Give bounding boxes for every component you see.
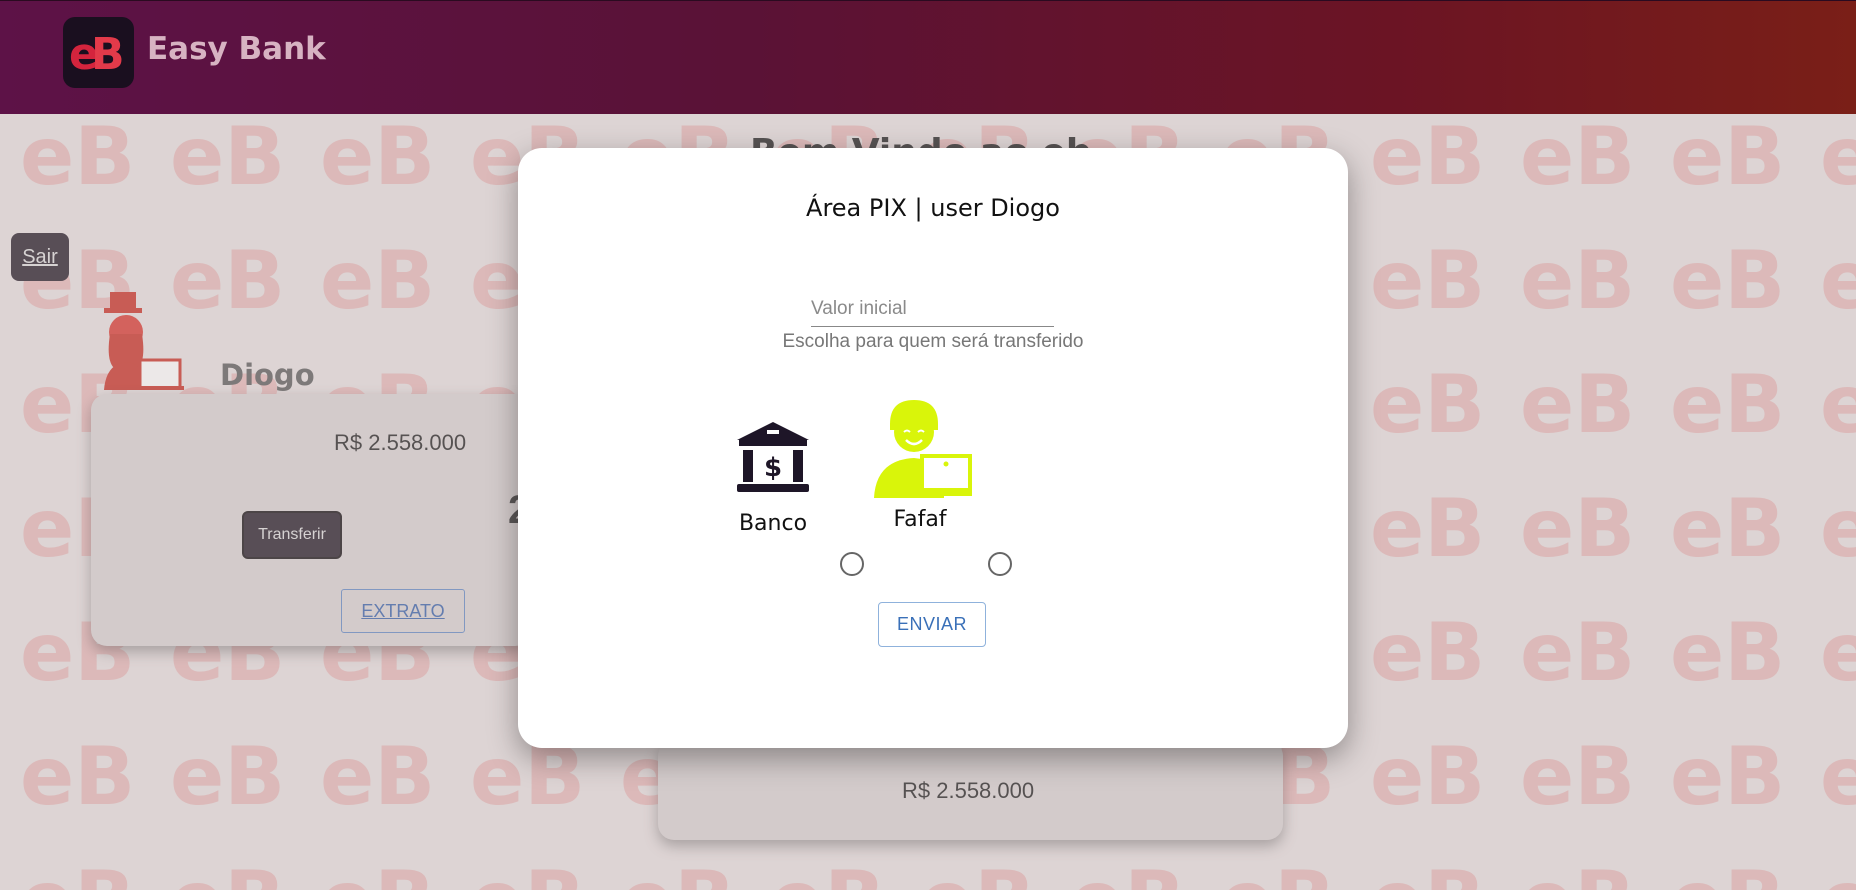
radio-fafaf[interactable] xyxy=(988,552,1012,576)
option-label-banco: Banco xyxy=(738,511,808,536)
person-laptop-icon xyxy=(874,400,972,498)
amount-input[interactable] xyxy=(811,291,1054,327)
radio-banco[interactable] xyxy=(840,552,864,576)
logo-icon: e B xyxy=(69,29,125,80)
svg-text:$: $ xyxy=(764,453,782,483)
pix-modal: Área PIX | user Diogo Escolha para quem … xyxy=(518,148,1348,748)
app-header: e B Easy Bank xyxy=(0,0,1856,114)
option-label-fafaf: Fafaf xyxy=(893,507,947,532)
brand-name: Easy Bank xyxy=(147,31,326,67)
modal-title: Área PIX | user Diogo xyxy=(806,194,1060,222)
option-fafaf[interactable]: Fafaf xyxy=(860,394,980,532)
recipient-helper-text: Escolha para quem será transferido xyxy=(782,331,1084,352)
option-banco[interactable]: $ Banco xyxy=(713,418,833,536)
logo[interactable]: e B xyxy=(63,17,134,88)
svg-text:B: B xyxy=(91,29,125,80)
bank-icon: $ xyxy=(737,422,809,492)
send-button[interactable]: ENVIAR xyxy=(878,602,986,647)
